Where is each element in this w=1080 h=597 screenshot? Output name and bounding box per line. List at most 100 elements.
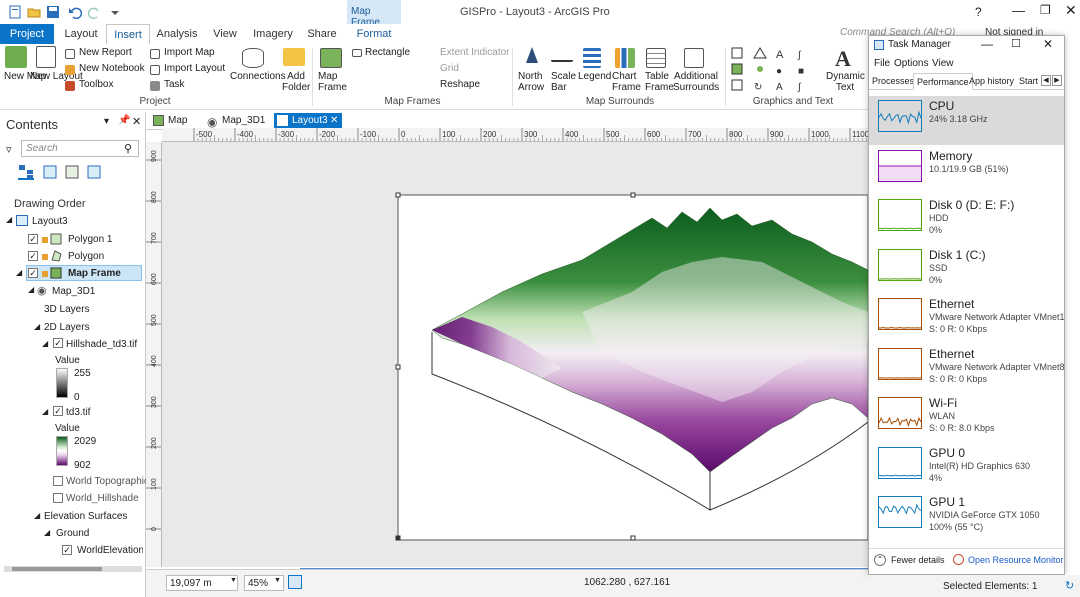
tm-item-disk1[interactable]: Disk 1 (C:) SSD 0% (869, 245, 1064, 294)
tm-item-memory[interactable]: Memory 10.1/19.9 GB (51%) (869, 146, 1064, 195)
world-elevation-checkbox[interactable]: ✓ (62, 545, 72, 555)
collapse-icon[interactable]: ◢ (44, 528, 50, 537)
tm-minimize-icon[interactable]: — (981, 37, 993, 51)
tree-item-polygon1[interactable]: Polygon 1 (68, 234, 112, 245)
additional-surrounds-button[interactable]: Additional Surrounds (673, 71, 719, 93)
tm-tab-startup[interactable]: Start (1019, 76, 1041, 86)
tm-item-cpu[interactable]: CPU 24% 3.18 GHz (869, 96, 1064, 145)
td3-checkbox[interactable]: ✓ (53, 406, 63, 416)
collapse-icon[interactable]: ◢ (16, 268, 22, 277)
tm-item-ethernet8[interactable]: Ethernet VMware Network Adapter VMnet8 S: … (869, 344, 1065, 393)
tab-layout[interactable]: Layout (60, 24, 102, 44)
import-layout-button[interactable]: Import Layout (164, 63, 225, 74)
collapse-icon[interactable]: ◢ (42, 407, 48, 416)
tm-item-wifi[interactable]: Wi-Fi WLAN S: 0 R: 8.0 Kbps (869, 393, 1064, 442)
dynamic-text-button[interactable]: Dynamic Text (826, 71, 865, 93)
table-frame-button[interactable]: Table Frame (645, 71, 674, 93)
tm-close-icon[interactable]: ✕ (1043, 37, 1053, 51)
view-tab-map[interactable]: Map (150, 113, 202, 129)
search-icon[interactable]: ⚲ (124, 142, 132, 155)
list-by-editing-icon[interactable] (86, 164, 102, 180)
list-by-source-icon[interactable] (42, 164, 58, 180)
import-map-button[interactable]: Import Map (164, 47, 215, 58)
pin-icon[interactable]: 📌 (118, 115, 130, 126)
tm-tab-processes[interactable]: Processes (872, 76, 914, 86)
tree-item-layout3[interactable]: Layout3 (32, 216, 68, 227)
connections-button[interactable]: Connections (230, 71, 286, 82)
snapping-icon[interactable] (288, 575, 302, 589)
tab-project[interactable]: Project (0, 24, 54, 44)
close-tab-icon[interactable]: ✕ (330, 113, 338, 129)
drawing-order-icon[interactable] (18, 164, 34, 180)
graphics-gallery[interactable]: A ∫ ● ■ ↻ A ∫ (730, 46, 820, 94)
collapse-icon[interactable]: ◢ (6, 215, 12, 224)
tm-menu-options[interactable]: Options (894, 58, 928, 69)
view-tab-layout3[interactable]: Layout3 ✕ (274, 113, 342, 129)
collapse-icon[interactable]: ◢ (34, 511, 40, 520)
tree-item-2d-layers[interactable]: 2D Layers (44, 322, 90, 333)
tm-tab-app-history[interactable]: App history (969, 76, 1014, 86)
pane-options-icon[interactable]: ▾ (104, 116, 109, 127)
chevron-up-icon[interactable]: ⌃ (874, 554, 886, 566)
polygon1-checkbox[interactable]: ✓ (28, 234, 38, 244)
contents-horizontal-scrollbar[interactable] (4, 566, 142, 572)
tm-menu-view[interactable]: View (932, 58, 954, 69)
chevron-down-icon[interactable]: ▼ (274, 577, 281, 584)
tree-item-hillshade[interactable]: Hillshade_td3.tif (66, 339, 137, 350)
polygon-checkbox[interactable]: ✓ (28, 251, 38, 261)
tm-item-gpu0[interactable]: GPU 0 Intel(R) HD Graphics 630 4% (869, 443, 1064, 492)
undo-icon[interactable] (68, 5, 83, 20)
add-folder-button[interactable]: Add Folder (282, 71, 310, 93)
restore-icon[interactable]: ❐ (1040, 3, 1051, 17)
tm-maximize-icon[interactable]: ☐ (1011, 37, 1021, 50)
tree-item-elevation-surfaces[interactable]: Elevation Surfaces (44, 511, 127, 522)
new-project-icon[interactable] (8, 5, 22, 19)
tab-view[interactable]: View (206, 24, 244, 44)
world-topo-checkbox[interactable] (53, 476, 63, 486)
chart-frame-button[interactable]: Chart Frame (612, 71, 641, 93)
tm-tab-scroll-left[interactable]: ◀ (1041, 75, 1051, 86)
map-frame-checkbox[interactable]: ✓ (28, 268, 38, 278)
view-tab-map3d[interactable]: ◉ Map_3D1 (204, 113, 274, 129)
tree-item-world-elevation[interactable]: WorldElevation3D (77, 545, 143, 556)
tab-imagery[interactable]: Imagery (250, 24, 296, 44)
tm-menu-file[interactable]: File (874, 58, 890, 69)
collapse-icon[interactable]: ◢ (28, 285, 34, 294)
tree-item-td3[interactable]: td3.tif (66, 407, 90, 418)
scale-bar-button[interactable]: Scale Bar (551, 71, 577, 93)
north-arrow-button[interactable]: North Arrow (518, 71, 546, 93)
new-notebook-button[interactable]: New Notebook (79, 63, 145, 74)
tab-insert[interactable]: Insert (106, 24, 150, 44)
hillshade-checkbox[interactable]: ✓ (53, 338, 63, 348)
close-icon[interactable]: ✕ (1065, 2, 1077, 19)
refresh-icon[interactable]: ↻ (1065, 579, 1074, 592)
chevron-down-icon[interactable]: ▼ (230, 577, 237, 584)
filter-icon[interactable]: ▿ (6, 143, 12, 156)
legend-button[interactable]: Legend (578, 71, 611, 82)
customize-qat-icon[interactable] (108, 5, 122, 19)
tab-format[interactable]: Format (350, 24, 398, 44)
toolbox-button[interactable]: Toolbox (79, 79, 113, 90)
grid-button[interactable]: Grid (440, 63, 459, 74)
open-resource-monitor-link[interactable]: Open Resource Monitor (968, 555, 1064, 565)
minimize-icon[interactable]: — (1012, 3, 1025, 18)
map-frame-button[interactable]: Map Frame (318, 71, 350, 93)
tree-item-map-frame[interactable]: Map Frame (68, 268, 121, 279)
tree-item-world-topo[interactable]: World Topographic (66, 476, 149, 487)
tree-item-world-hillshade[interactable]: World_Hillshade (66, 493, 139, 504)
scale-input[interactable]: 19,097 m (166, 575, 238, 591)
tab-share[interactable]: Share (302, 24, 342, 44)
help-button[interactable]: ? (975, 5, 982, 19)
tm-item-disk0[interactable]: Disk 0 (D: E: F:) HDD 0% (869, 195, 1064, 244)
extent-indicator-button[interactable]: Extent Indicator (440, 47, 509, 58)
rectangle-button[interactable]: Rectangle (365, 47, 410, 58)
collapse-icon[interactable]: ◢ (34, 322, 40, 331)
contents-search-input[interactable]: Search (21, 140, 139, 157)
tm-tab-scroll-right[interactable]: ▶ (1052, 75, 1062, 86)
tm-item-gpu1[interactable]: GPU 1 NVIDIA GeForce GTX 1050 100% (55 °C) (869, 492, 1064, 541)
tree-item-ground[interactable]: Ground (56, 528, 89, 539)
tm-item-ethernet1[interactable]: Ethernet VMware Network Adapter VMnet1 S: … (869, 294, 1065, 343)
new-report-button[interactable]: New Report (79, 47, 132, 58)
tree-item-polygon[interactable]: Polygon (68, 251, 104, 262)
layout-canvas[interactable] (162, 142, 868, 573)
